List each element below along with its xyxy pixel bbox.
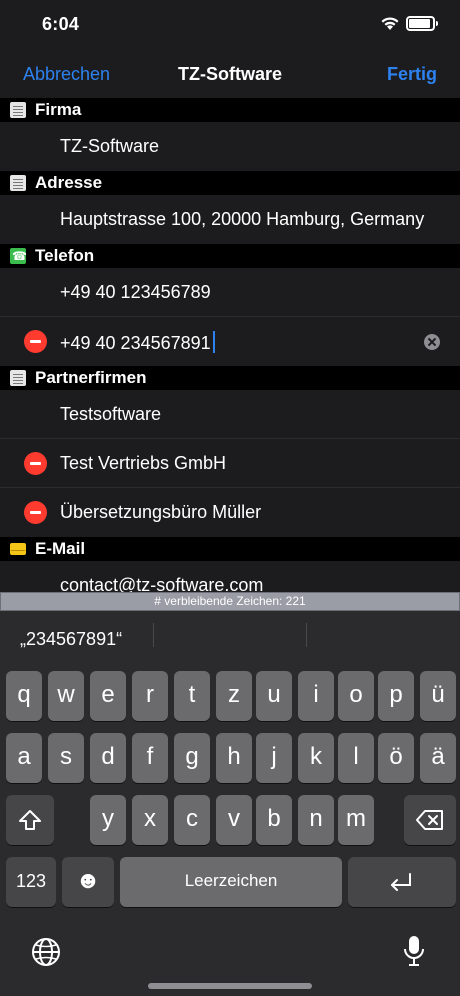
key-p[interactable]: p: [378, 671, 414, 721]
prediction-divider: [153, 623, 154, 647]
status-time: 6:04: [42, 14, 80, 34]
phone-icon: [10, 248, 27, 264]
key-n[interactable]: n: [298, 795, 334, 845]
backspace-key[interactable]: [404, 795, 456, 845]
field-partner-2[interactable]: Test Vertriebs GmbH: [0, 439, 460, 488]
globe-icon[interactable]: [30, 936, 62, 968]
section-title: Firma: [35, 100, 82, 119]
field-phone-2[interactable]: +49 40 234567891: [0, 317, 460, 366]
section-header-telefon: Telefon: [0, 244, 460, 268]
section-title: Adresse: [35, 173, 103, 192]
section-title: Telefon: [35, 246, 95, 265]
section-title: E-Mail: [35, 539, 86, 558]
space-key[interactable]: Leerzeichen: [120, 857, 342, 907]
done-button[interactable]: Fertig: [387, 64, 437, 85]
field-address[interactable]: Hauptstrasse 100, 20000 Hamburg, Germany: [0, 195, 460, 244]
key-b[interactable]: b: [256, 795, 292, 845]
field-company[interactable]: TZ-Software: [0, 122, 460, 171]
key-k[interactable]: k: [298, 733, 334, 783]
key-s[interactable]: s: [48, 733, 84, 783]
delete-minus-icon[interactable]: [24, 330, 47, 353]
shift-icon: [19, 810, 41, 830]
wifi-icon: [381, 17, 399, 30]
numbers-key[interactable]: 123: [6, 857, 56, 907]
section-header-firma: Firma: [0, 98, 460, 122]
text-cursor: [212, 331, 215, 353]
shift-key[interactable]: [6, 795, 54, 845]
mail-icon: [10, 543, 26, 555]
microphone-icon[interactable]: [402, 934, 426, 968]
field-value: Test Vertriebs GmbH: [60, 453, 227, 473]
document-icon: [10, 102, 26, 118]
field-value: Hauptstrasse 100, 20000 Hamburg, Germany: [60, 209, 425, 229]
emoji-icon: ☻: [75, 867, 101, 894]
emoji-key[interactable]: ☻: [62, 857, 114, 907]
field-email[interactable]: contact@tz-software.com: [0, 561, 460, 592]
return-key[interactable]: [348, 857, 456, 907]
key-l[interactable]: l: [338, 733, 374, 783]
key-r[interactable]: r: [132, 671, 168, 721]
status-bar: 6:04: [0, 0, 460, 50]
battery-icon: [406, 16, 438, 31]
key-ue[interactable]: ü: [420, 671, 456, 721]
key-z[interactable]: z: [216, 671, 252, 721]
navigation-bar: Abbrechen TZ-Software Fertig: [0, 50, 460, 98]
backspace-icon: [416, 810, 443, 830]
key-t[interactable]: t: [174, 671, 210, 721]
key-f[interactable]: f: [132, 733, 168, 783]
return-icon: [391, 873, 411, 891]
field-value: +49 40 123456789: [60, 282, 211, 302]
key-i[interactable]: i: [298, 671, 334, 721]
input-value: +49 40 234567891: [60, 333, 211, 353]
section-header-email: E-Mail: [0, 537, 460, 561]
key-oe[interactable]: ö: [378, 733, 414, 783]
delete-minus-icon[interactable]: [24, 501, 47, 524]
phone-input[interactable]: +49 40 234567891: [60, 331, 215, 354]
key-h[interactable]: h: [216, 733, 252, 783]
keyboard: „234567891“ q w e r t z u i o p ü a s d …: [0, 611, 460, 996]
key-o[interactable]: o: [338, 671, 374, 721]
field-partner-3[interactable]: Übersetzungsbüro Müller: [0, 488, 460, 537]
key-x[interactable]: x: [132, 795, 168, 845]
delete-minus-icon[interactable]: [24, 452, 47, 475]
section-title: Partnerfirmen: [35, 368, 147, 387]
field-partner-1[interactable]: Testsoftware: [0, 390, 460, 439]
key-e[interactable]: e: [90, 671, 126, 721]
key-v[interactable]: v: [216, 795, 252, 845]
clear-icon[interactable]: [424, 334, 440, 350]
prediction-suggestion[interactable]: „234567891“: [20, 629, 122, 650]
field-phone-1[interactable]: +49 40 123456789: [0, 268, 460, 317]
prediction-divider: [306, 623, 307, 647]
key-g[interactable]: g: [174, 733, 210, 783]
field-value: Testsoftware: [60, 404, 162, 424]
field-value: contact@tz-software.com: [60, 575, 264, 592]
key-a[interactable]: a: [6, 733, 42, 783]
key-q[interactable]: q: [6, 671, 42, 721]
document-icon: [10, 175, 26, 191]
section-header-adresse: Adresse: [0, 171, 460, 195]
key-j[interactable]: j: [256, 733, 292, 783]
key-y[interactable]: y: [90, 795, 126, 845]
key-d[interactable]: d: [90, 733, 126, 783]
key-m[interactable]: m: [338, 795, 374, 845]
document-icon: [10, 370, 26, 386]
key-w[interactable]: w: [48, 671, 84, 721]
key-u[interactable]: u: [256, 671, 292, 721]
key-ae[interactable]: ä: [420, 733, 456, 783]
remaining-characters-bar: # verbleibende Zeichen: 221: [0, 592, 460, 611]
field-value: Übersetzungsbüro Müller: [60, 502, 262, 522]
contact-form: Firma TZ-Software Adresse Hauptstrasse 1…: [0, 98, 460, 592]
key-c[interactable]: c: [174, 795, 210, 845]
field-value: TZ-Software: [60, 136, 160, 156]
section-header-partnerfirmen: Partnerfirmen: [0, 366, 460, 390]
prediction-bar: „234567891“: [0, 611, 460, 663]
home-indicator[interactable]: [148, 983, 312, 989]
